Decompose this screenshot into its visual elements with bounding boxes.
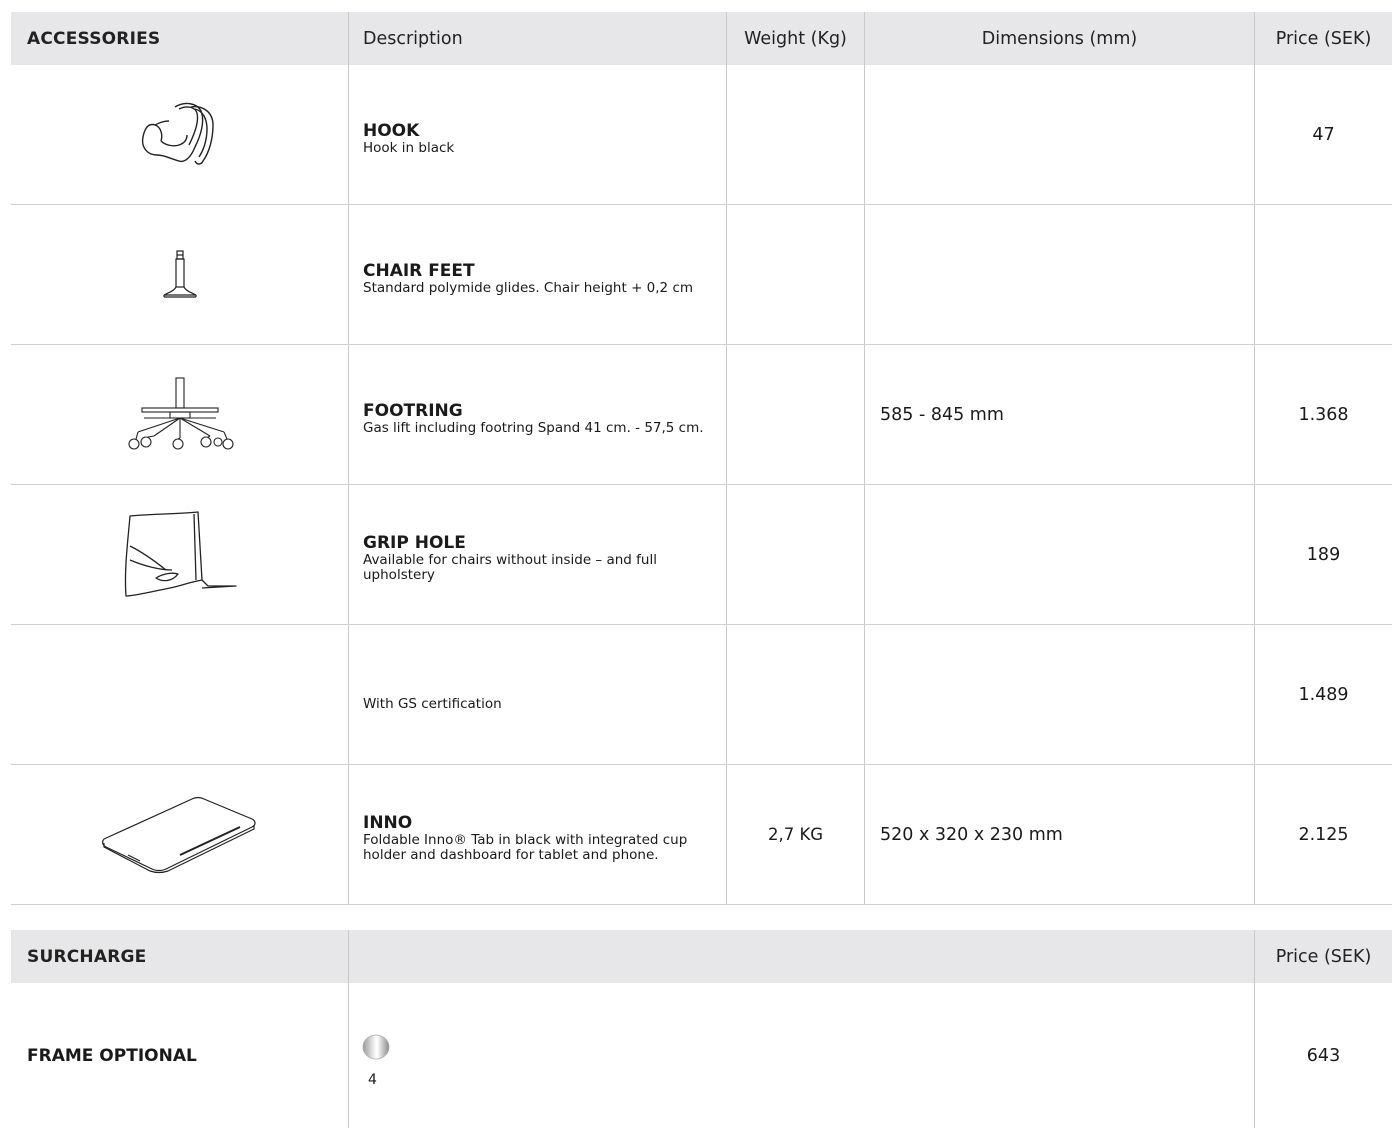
product-name: GRIP HOLE xyxy=(363,533,466,553)
table-row: CHAIR FEET Standard polymide glides. Cha… xyxy=(11,205,1392,345)
footring-icon xyxy=(127,376,234,450)
product-image xyxy=(11,765,348,904)
description-header: Description xyxy=(348,12,726,65)
weight-cell xyxy=(726,205,864,344)
chair-feet-icon xyxy=(162,249,197,298)
dimensions-cell: 520 x 320 x 230 mm xyxy=(864,765,1254,904)
surcharge-table: SURCHARGE Price (SEK) FRAME OPTIONAL 4 6… xyxy=(11,930,1392,1128)
surcharge-blank-header xyxy=(348,930,1254,983)
dimensions-cell xyxy=(864,625,1254,764)
table-row: With GS certification 1.489 xyxy=(11,625,1392,765)
chrome-swatch-icon xyxy=(362,1034,390,1059)
price-cell: 1.368 xyxy=(1254,345,1392,484)
product-name: CHAIR FEET xyxy=(363,260,475,281)
price-cell xyxy=(1254,205,1392,344)
product-name: INNO xyxy=(363,813,413,833)
surcharge-header-row: SURCHARGE Price (SEK) xyxy=(11,930,1392,983)
product-description: With GS certification xyxy=(363,696,502,712)
weight-cell xyxy=(726,345,864,484)
grip-hole-icon xyxy=(124,510,237,597)
price-header: Price (SEK) xyxy=(1254,12,1392,65)
product-image xyxy=(11,625,348,764)
product-name: FOOTRING xyxy=(363,400,463,421)
surcharge-label: FRAME OPTIONAL xyxy=(27,1045,197,1066)
accessories-table: ACCESSORIES Description Weight (Kg) Dime… xyxy=(11,12,1392,905)
table-row: FOOTRING Gas lift including footring Spa… xyxy=(11,345,1392,485)
table-row: HOOK Hook in black 47 xyxy=(11,65,1392,205)
price-cell: 643 xyxy=(1254,983,1392,1128)
weight-cell: 2,7 KG xyxy=(726,765,864,904)
product-description: Hook in black xyxy=(363,139,455,156)
dimensions-cell xyxy=(864,65,1254,204)
price-cell: 1.489 xyxy=(1254,625,1392,764)
price-cell: 2.125 xyxy=(1254,765,1392,904)
hook-icon xyxy=(141,102,214,165)
product-description: Gas lift including footring Spand 41 cm.… xyxy=(363,419,704,436)
dimensions-header: Dimensions (mm) xyxy=(864,12,1254,65)
dimensions-cell xyxy=(864,485,1254,624)
weight-cell xyxy=(726,65,864,204)
table-row: FRAME OPTIONAL 4 643 xyxy=(11,983,1392,1128)
surcharge-header: SURCHARGE xyxy=(27,946,147,967)
finish-count: 4 xyxy=(368,1071,377,1088)
weight-cell xyxy=(726,625,864,764)
product-description: Foldable Inno® Tab in black with integra… xyxy=(363,832,688,863)
inno-tab-icon xyxy=(101,796,256,873)
product-image xyxy=(11,205,348,344)
dimensions-cell xyxy=(864,205,1254,344)
weight-cell xyxy=(726,485,864,624)
price-cell: 189 xyxy=(1254,485,1392,624)
price-cell: 47 xyxy=(1254,65,1392,204)
price-header: Price (SEK) xyxy=(1254,930,1392,983)
dimensions-cell: 585 - 845 mm xyxy=(864,345,1254,484)
table-row: GRIP HOLE Available for chairs without i… xyxy=(11,485,1392,625)
product-image xyxy=(11,485,348,624)
accessories-header: ACCESSORIES xyxy=(27,28,161,49)
product-description: Available for chairs without inside – an… xyxy=(363,552,657,583)
weight-header: Weight (Kg) xyxy=(726,12,864,65)
accessories-header-row: ACCESSORIES Description Weight (Kg) Dime… xyxy=(11,12,1392,65)
product-description: Standard polymide glides. Chair height +… xyxy=(363,279,694,296)
product-image xyxy=(11,345,348,484)
product-name: HOOK xyxy=(363,120,420,141)
table-row: INNO Foldable Inno® Tab in black with in… xyxy=(11,765,1392,905)
product-image xyxy=(11,65,348,204)
